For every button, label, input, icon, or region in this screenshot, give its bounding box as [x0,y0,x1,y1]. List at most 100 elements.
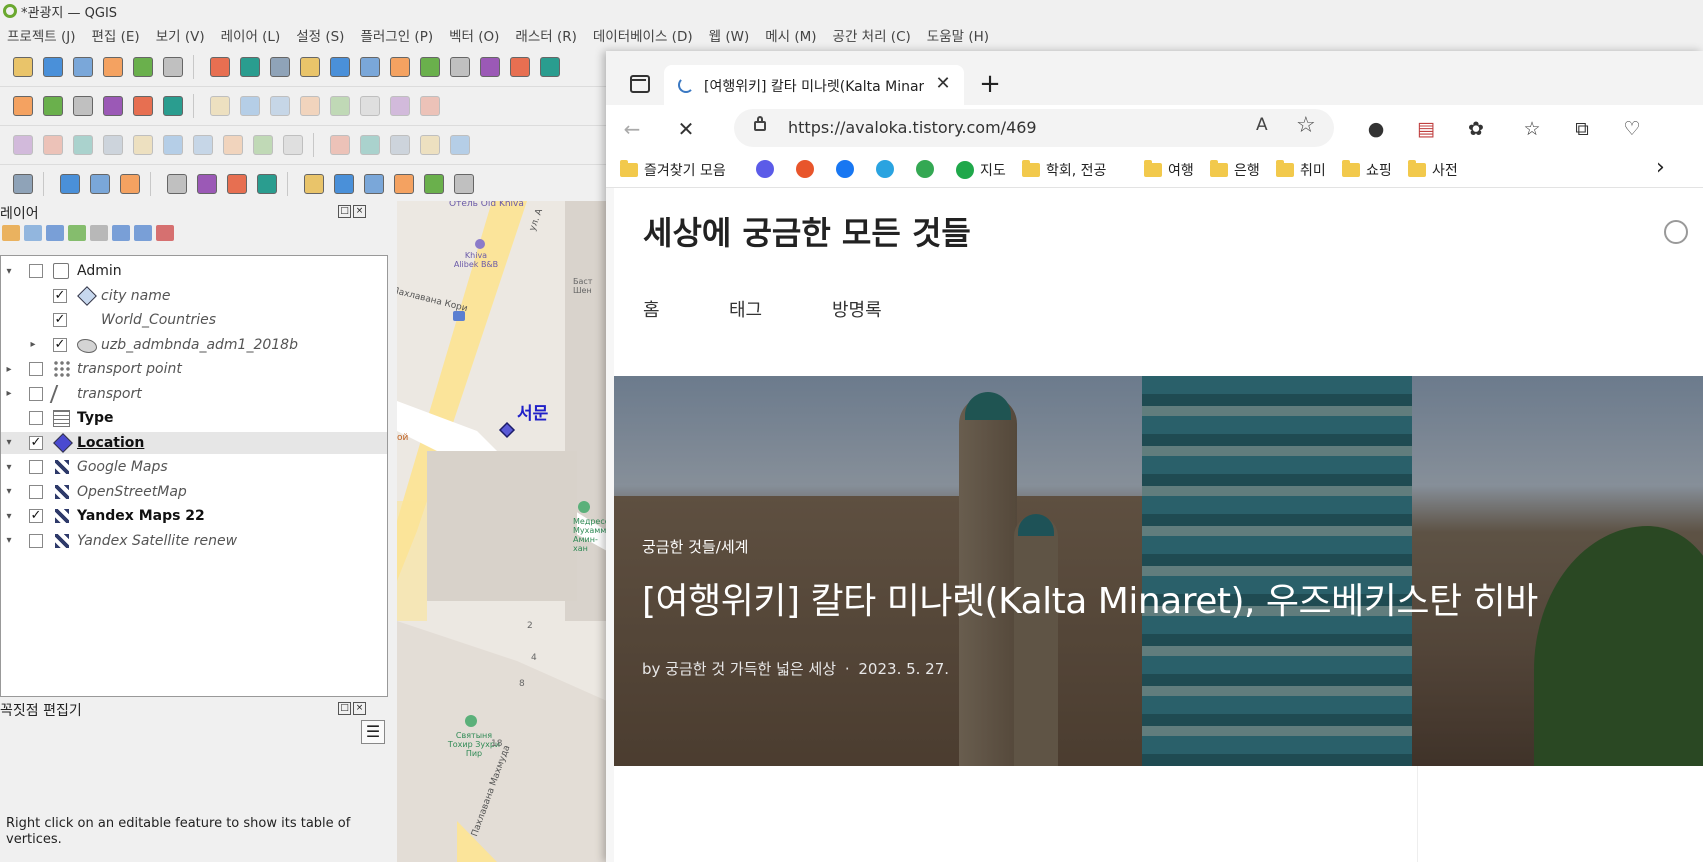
reshape-icon[interactable] [190,132,216,158]
field-icon[interactable] [164,171,190,197]
draw-icon[interactable] [207,93,233,119]
grid-icon[interactable] [10,132,36,158]
stats-icon[interactable] [224,171,250,197]
layer-name[interactable]: Type [77,410,114,426]
filter-icon[interactable] [87,171,113,197]
delete-icon[interactable] [357,93,383,119]
favorites-folder[interactable]: 여행 [1144,160,1194,180]
cut-icon[interactable] [387,93,413,119]
zoom-sel-icon[interactable] [387,54,413,80]
vertex-editor-menu-icon[interactable]: ☰ [361,720,385,744]
filter-icon[interactable] [68,225,86,241]
layer-visibility-checkbox[interactable]: ✓ [29,509,43,523]
menu-item[interactable]: 데이터베이스 (D) [586,25,702,45]
favorites-folder[interactable]: 취미 [1276,160,1326,180]
favorites-list-icon[interactable]: ☆ [1518,115,1546,143]
label-icon[interactable] [537,54,563,80]
favorite-site[interactable] [876,160,894,178]
style-icon[interactable] [2,225,20,241]
split-icon[interactable] [220,132,246,158]
label-tool-icon[interactable] [301,171,327,197]
menu-item[interactable]: 프로젝트 (J) [0,25,85,45]
move-icon[interactable] [70,132,96,158]
layer-visibility-checkbox[interactable]: ✓ [53,313,67,327]
extensions-puzzle-icon[interactable]: ✿ [1462,115,1490,143]
toggle-edit-icon[interactable] [130,93,156,119]
extension-tv-icon[interactable]: ▤ [1412,115,1440,143]
text-icon[interactable] [451,171,477,197]
layer-row[interactable]: ▾ ✓ Location [1,431,387,454]
expand-arrow-icon[interactable]: ▸ [28,339,38,350]
read-aloud-icon[interactable]: A [1256,115,1268,135]
float-panel-icon[interactable]: □ [338,702,351,715]
layer-row[interactable]: ▸ transport [1,383,387,405]
extension-icon[interactable]: ● [1362,115,1390,143]
zoom-full-icon[interactable] [327,54,353,80]
map-canvas[interactable]: Отель Old Khiva ул. А Khiva Alibek B&B Б… [397,201,607,862]
style-icon[interactable] [160,54,186,80]
tab-actions-icon[interactable] [630,75,650,93]
menu-item[interactable]: 보기 (V) [149,25,214,45]
close-panel-icon[interactable]: × [353,205,366,218]
zoom-native-icon[interactable] [417,54,443,80]
favorites-folder[interactable]: 사전 [1408,160,1458,180]
add-favorite-star-icon[interactable]: ☆ [1296,113,1316,138]
star-icon[interactable] [421,171,447,197]
expand-arrow-icon[interactable]: ▾ [4,462,14,473]
url-text[interactable]: https://avaloka.tistory.com/469 [788,118,1037,137]
zoom-next-icon[interactable] [477,54,503,80]
menu-item[interactable]: 래스터 (R) [508,25,585,45]
menu-item[interactable]: 벡터 (O) [442,25,508,45]
zoom-layer-icon[interactable] [357,54,383,80]
open-icon[interactable] [40,54,66,80]
menu-item[interactable]: 편집 (E) [85,25,149,45]
new-map-icon[interactable] [507,54,533,80]
measure-icon[interactable] [254,171,280,197]
points-icon[interactable] [40,132,66,158]
trace-icon[interactable] [387,132,413,158]
copy-icon[interactable] [417,93,443,119]
node-tool2-icon[interactable] [391,171,417,197]
save-icon[interactable] [70,54,96,80]
fill-icon[interactable] [280,132,306,158]
pan-to-icon[interactable] [237,54,263,80]
layer-name[interactable]: OpenStreetMap [77,484,187,500]
layer-row[interactable]: ▾ OpenStreetMap [1,481,387,503]
layer-visibility-checkbox[interactable] [29,533,43,548]
doc-icon[interactable] [10,54,36,80]
favorite-site[interactable] [756,160,774,178]
browser-essentials-icon[interactable]: ♡ [1618,115,1646,143]
layer-row[interactable]: ✓ World_Countries [1,309,387,331]
layer-name[interactable]: World_Countries [101,312,216,328]
expression-icon[interactable] [90,225,108,241]
cursor-icon[interactable] [331,171,357,197]
lock-icon[interactable] [754,116,766,131]
favorites-folder[interactable]: 쇼핑 [1342,160,1392,180]
vertex-icon[interactable] [357,132,383,158]
add-vector-icon[interactable] [10,93,36,119]
layer-visibility-checkbox[interactable]: ✓ [29,435,43,450]
favorites-folder[interactable]: 은행 [1210,160,1260,180]
zoom-out-icon[interactable] [297,54,323,80]
nav-guestbook[interactable]: 방명록 [832,296,882,322]
new-tab-icon[interactable]: + [976,71,1004,99]
pan-icon[interactable] [207,54,233,80]
menu-item[interactable]: 레이어 (L) [214,25,290,45]
expand-arrow-icon[interactable]: ▾ [4,266,14,277]
menu-item[interactable]: 도움말 (H) [920,25,998,45]
menu-item[interactable]: 메시 (M) [758,25,825,45]
save2-icon[interactable] [267,93,293,119]
deselect-icon[interactable] [57,171,83,197]
expand-arrow-icon[interactable]: ▾ [4,511,14,522]
layer-row[interactable]: Type [1,407,387,429]
node-tool-icon[interactable] [361,171,387,197]
zoom-in-icon[interactable] [267,54,293,80]
attr-icon[interactable] [117,171,143,197]
blog-title[interactable]: 세상에 궁금한 모든 것들 [643,208,971,254]
layer-row[interactable]: ▾ Google Maps [1,456,387,478]
layer-tree[interactable]: ▾ Admin ✓ city name ✓ World_Countries ▸ ✓ uzb_ad… [0,255,388,697]
favorite-site[interactable] [836,160,854,178]
layer-name[interactable]: Google Maps [77,459,168,475]
expand-icon[interactable] [112,225,130,241]
layer-visibility-checkbox[interactable] [29,411,43,425]
